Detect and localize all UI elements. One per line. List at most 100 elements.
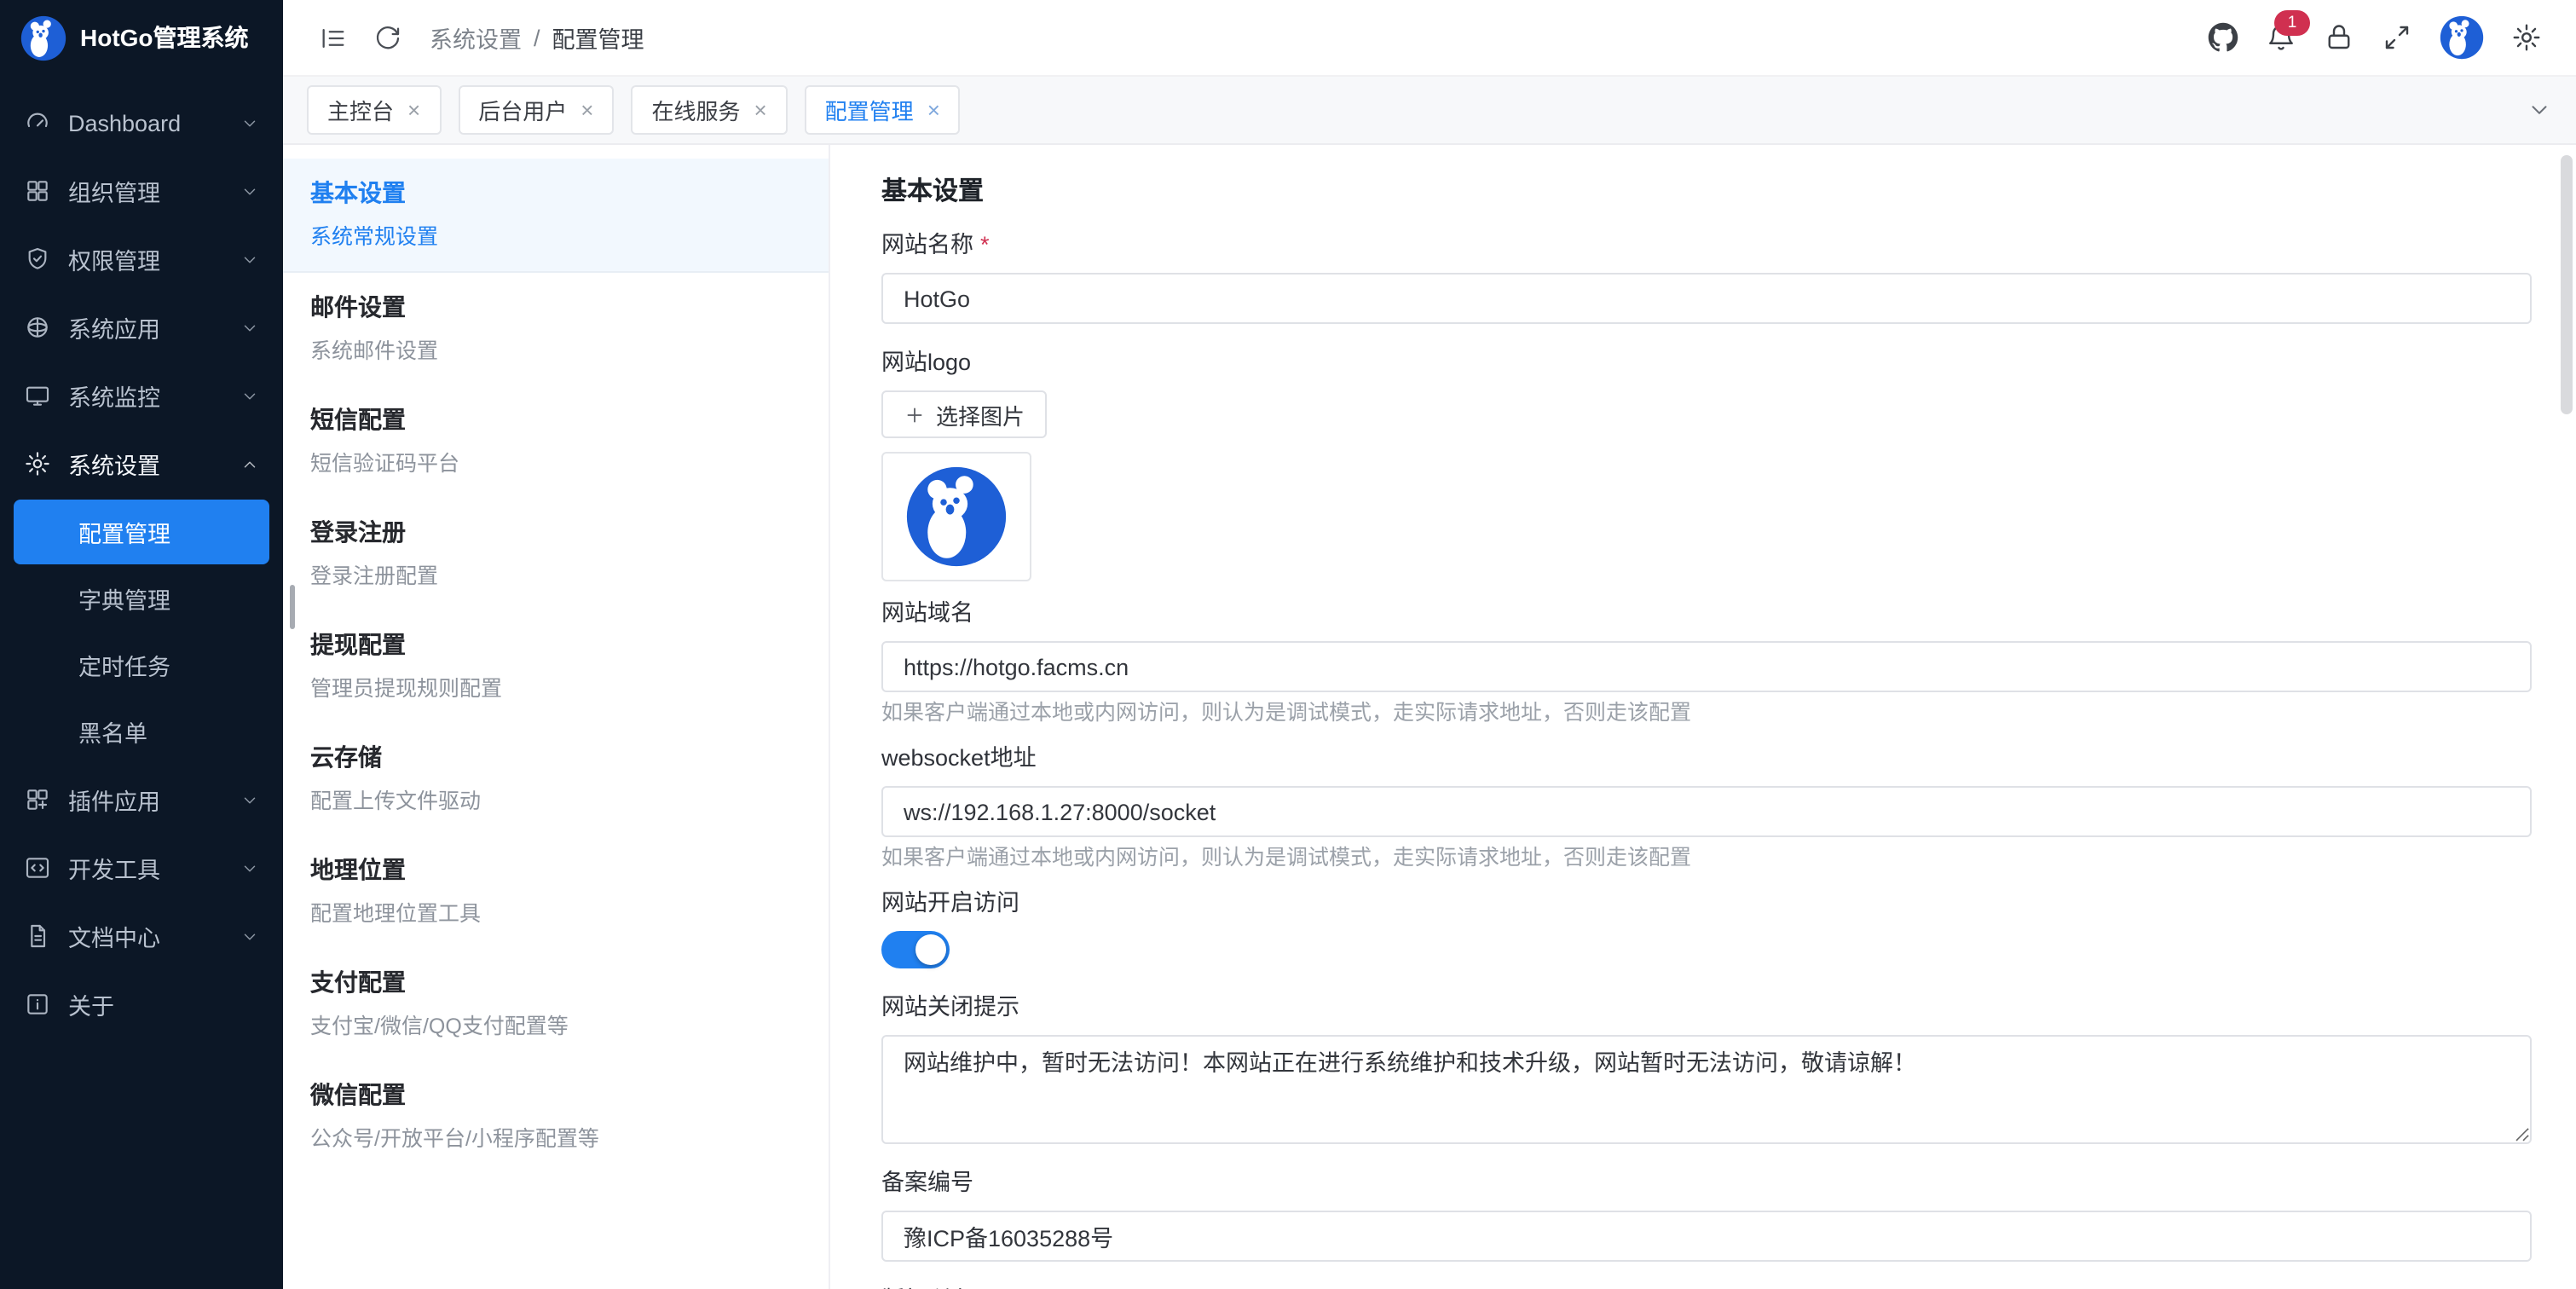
field-websocket: websocket地址 如果客户端通过本地或内网访问，则认为是调试模式，走实际请… (881, 743, 2532, 871)
site-logo-preview[interactable] (881, 452, 1031, 581)
notifications-bell-icon[interactable]: 1 (2266, 22, 2296, 53)
chevron-up-icon (240, 454, 259, 473)
tab-online-service[interactable]: 在线服务 × (631, 85, 787, 135)
tab-console[interactable]: 主控台 × (307, 85, 441, 135)
globe-icon (24, 314, 51, 341)
gear-icon (24, 450, 51, 477)
breadcrumb: 系统设置 / 配置管理 (430, 20, 644, 55)
settings-item-sms[interactable]: 短信配置 短信验证码平台 (283, 385, 829, 498)
chevron-down-icon (240, 927, 259, 945)
sidebar-item-system-apps[interactable]: 系统应用 (0, 293, 283, 361)
chevron-down-icon (240, 113, 259, 132)
websocket-label: websocket地址 (881, 743, 1037, 774)
field-site-access: 网站开启访问 (881, 888, 2532, 968)
settings-item-login-register[interactable]: 登录注册 登录注册配置 (283, 498, 829, 610)
top-header: 系统设置 / 配置管理 1 (283, 0, 2576, 77)
notification-badge: 1 (2274, 10, 2310, 36)
koala-logo-image (905, 465, 1008, 568)
field-close-tip: 网站关闭提示 网站维护中，暂时无法访问！本网站正在进行系统维护和技术升级，网站暂… (881, 992, 2532, 1144)
main-area: 系统设置 / 配置管理 1 主控台 × (283, 0, 2576, 1289)
icp-input[interactable] (881, 1211, 2532, 1262)
refresh-icon[interactable] (361, 12, 413, 63)
content-area: 基本设置 系统常规设置 邮件设置 系统邮件设置 短信配置 短信验证码平台 登录注… (283, 145, 2576, 1289)
site-access-label: 网站开启访问 (881, 888, 1019, 919)
sidebar-menu: Dashboard 组织管理 权限管理 系统应用 系统监控 (0, 75, 283, 1038)
settings-gear-icon[interactable] (2511, 22, 2542, 53)
sidebar-item-system-monitor[interactable]: 系统监控 (0, 361, 283, 430)
field-site-logo: 网站logo 选择图片 (881, 348, 2532, 581)
close-icon[interactable]: × (927, 99, 940, 121)
sidebar: HotGo管理系统 Dashboard 组织管理 权限管理 系统应用 (0, 0, 283, 1289)
lock-screen-icon[interactable] (2324, 22, 2354, 53)
site-access-toggle[interactable] (881, 931, 950, 968)
sidebar-item-system-settings[interactable]: 系统设置 (0, 430, 283, 498)
tabs-dropdown-chevron-icon[interactable] (2527, 97, 2552, 123)
tab-admin-users[interactable]: 后台用户 × (458, 85, 614, 135)
document-icon (24, 922, 51, 950)
field-copyright: 版权所有 (881, 1286, 2532, 1289)
settings-item-payment[interactable]: 支付配置 支付宝/微信/QQ支付配置等 (283, 948, 829, 1061)
choose-image-button[interactable]: 选择图片 (881, 390, 1047, 438)
app-logo[interactable]: HotGo管理系统 (0, 0, 283, 75)
form-title: 基本设置 (881, 176, 2532, 210)
sidebar-item-blacklist[interactable]: 黑名单 (0, 699, 283, 764)
site-name-input[interactable] (881, 273, 2532, 324)
breadcrumb-parent[interactable]: 系统设置 (430, 20, 522, 55)
settings-item-email[interactable]: 邮件设置 系统邮件设置 (283, 273, 829, 385)
site-domain-input[interactable] (881, 641, 2532, 692)
chevron-down-icon (240, 790, 259, 809)
copyright-label: 版权所有 (881, 1286, 973, 1289)
tab-config-manage[interactable]: 配置管理 × (805, 85, 961, 135)
fullscreen-icon[interactable] (2382, 22, 2412, 53)
chevron-down-icon (240, 250, 259, 269)
settings-item-cloud-storage[interactable]: 云存储 配置上传文件驱动 (283, 723, 829, 835)
user-avatar[interactable] (2440, 15, 2484, 60)
site-domain-help: 如果客户端通过本地或内网访问，则认为是调试模式，走实际请求地址，否则走该配置 (881, 701, 2532, 726)
sidebar-item-dashboard[interactable]: Dashboard (0, 89, 283, 157)
chevron-down-icon (240, 858, 259, 877)
plus-icon (904, 403, 926, 425)
sidebar-item-dev-tools[interactable]: 开发工具 (0, 834, 283, 902)
sidebar-item-doc-center[interactable]: 文档中心 (0, 902, 283, 970)
app-logo-icon (20, 14, 66, 61)
close-icon[interactable]: × (754, 99, 766, 121)
field-icp: 备案编号 (881, 1168, 2532, 1262)
sidebar-item-plugin-apps[interactable]: 插件应用 (0, 766, 283, 834)
dashboard-icon (24, 109, 51, 136)
close-tip-textarea[interactable]: 网站维护中，暂时无法访问！本网站正在进行系统维护和技术升级，网站暂时无法访问，敬… (881, 1035, 2532, 1144)
header-actions: 1 (2208, 15, 2552, 60)
github-icon[interactable] (2208, 22, 2238, 53)
sidebar-item-permission[interactable]: 权限管理 (0, 225, 283, 293)
sidebar-item-config-manage[interactable]: 配置管理 (14, 500, 269, 564)
field-site-name: 网站名称 * (881, 230, 2532, 324)
sidebar-item-dict-manage[interactable]: 字典管理 (0, 566, 283, 631)
websocket-input[interactable] (881, 786, 2532, 837)
close-icon[interactable]: × (407, 99, 420, 121)
chevron-down-icon (240, 318, 259, 337)
code-box-icon (24, 854, 51, 881)
settings-item-geo[interactable]: 地理位置 配置地理位置工具 (283, 835, 829, 948)
chevron-down-icon (240, 182, 259, 200)
page-tabs-bar: 主控台 × 后台用户 × 在线服务 × 配置管理 × (283, 77, 2576, 145)
sidebar-item-cron-tasks[interactable]: 定时任务 (0, 633, 283, 697)
settings-category-list: 基本设置 系统常规设置 邮件设置 系统邮件设置 短信配置 短信验证码平台 登录注… (283, 145, 830, 1289)
settings-item-withdraw[interactable]: 提现配置 管理员提现规则配置 (283, 610, 829, 723)
settings-item-wechat[interactable]: 微信配置 公众号/开放平台/小程序配置等 (283, 1061, 829, 1173)
org-grid-icon (24, 177, 51, 205)
settings-item-basic[interactable]: 基本设置 系统常规设置 (283, 159, 829, 273)
page-scrollbar-thumb[interactable] (2561, 155, 2573, 414)
site-logo-label: 网站logo (881, 348, 971, 379)
settings-list-scrollbar-thumb[interactable] (290, 585, 295, 629)
field-site-domain: 网站域名 如果客户端通过本地或内网访问，则认为是调试模式，走实际请求地址，否则走… (881, 598, 2532, 726)
sidebar-item-about[interactable]: 关于 (0, 970, 283, 1038)
toggle-knob (915, 934, 946, 965)
close-tip-label: 网站关闭提示 (881, 992, 1019, 1023)
basic-settings-form: 基本设置 网站名称 * 网站logo 选择图片 (830, 145, 2576, 1289)
shield-check-icon (24, 246, 51, 273)
sidebar-item-org-manage[interactable]: 组织管理 (0, 157, 283, 225)
collapse-sidebar-icon[interactable] (307, 12, 358, 63)
plugin-grid-plus-icon (24, 786, 51, 813)
breadcrumb-current[interactable]: 配置管理 (552, 20, 644, 55)
close-icon[interactable]: × (580, 99, 593, 121)
monitor-icon (24, 382, 51, 409)
